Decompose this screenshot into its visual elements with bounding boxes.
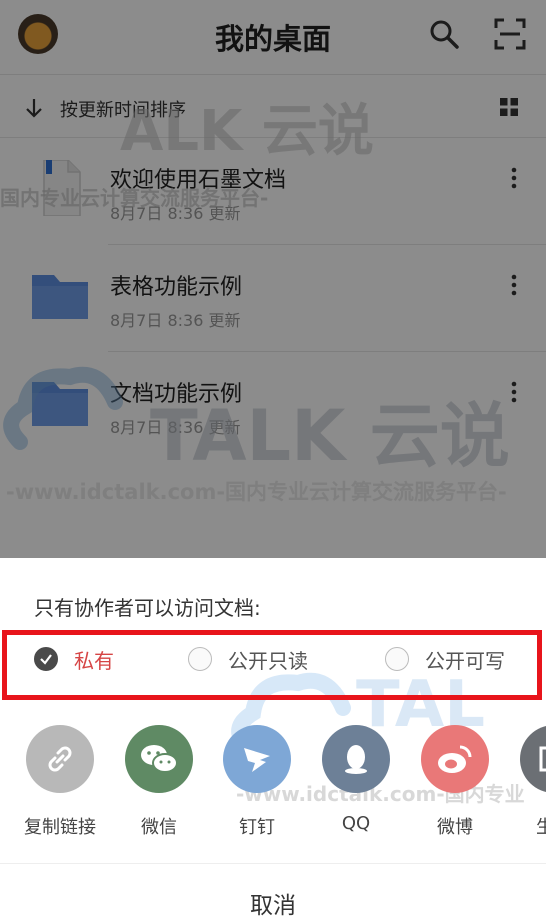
share-options: 复制链接 微信 钉钉 QQ 微博 生 (0, 725, 546, 845)
share-wechat[interactable]: 微信 (109, 725, 209, 839)
divider (0, 863, 546, 864)
wechat-icon (125, 725, 193, 793)
share-label: 钉钉 (239, 817, 275, 838)
share-sheet: TAL -www.idctalk.com-国内专业 只有协作者可以访问文档: 私… (0, 558, 546, 924)
share-label: 生成 (536, 817, 546, 838)
share-copy-link[interactable]: 复制链接 (10, 725, 110, 839)
share-label: 微博 (437, 817, 473, 838)
cancel-button[interactable]: 取消 (0, 886, 546, 920)
share-dingtalk[interactable]: 钉钉 (207, 725, 307, 839)
dingtalk-icon (223, 725, 291, 793)
radio-label: 公开只读 (228, 648, 308, 673)
radio-private[interactable]: 私有 (34, 646, 114, 673)
image-icon (520, 725, 546, 793)
share-label: 微信 (141, 817, 177, 838)
access-title: 只有协作者可以访问文档: (34, 596, 261, 620)
weibo-icon (421, 725, 489, 793)
radio-public-read[interactable]: 公开只读 (188, 646, 308, 673)
link-icon (26, 725, 94, 793)
qq-icon (322, 725, 390, 793)
radio-circle-icon (385, 647, 409, 671)
radio-label: 私有 (74, 648, 114, 673)
share-generate-image[interactable]: 生成 (504, 725, 546, 839)
share-label: 复制链接 (24, 817, 96, 838)
radio-label: 公开可写 (425, 648, 505, 673)
modal-scrim[interactable] (0, 0, 546, 558)
radio-public-write[interactable]: 公开可写 (385, 646, 505, 673)
radio-circle-icon (188, 647, 212, 671)
share-qq[interactable]: QQ (306, 725, 406, 834)
check-icon (34, 647, 58, 671)
share-weibo[interactable]: 微博 (405, 725, 505, 839)
share-label: QQ (341, 813, 371, 834)
